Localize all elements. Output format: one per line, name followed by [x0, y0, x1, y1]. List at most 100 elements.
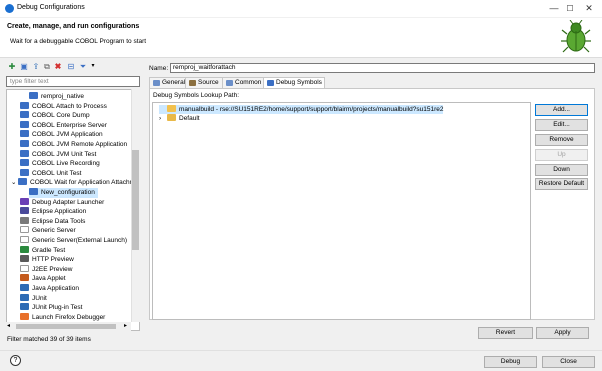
scroll-left-icon[interactable]: ◂: [7, 322, 10, 329]
delete-icon[interactable]: ✖: [53, 62, 63, 71]
edit-button[interactable]: Edit...: [535, 119, 588, 131]
expand-chevron-icon[interactable]: ⌄: [11, 178, 17, 188]
tab-debug-symbols[interactable]: Debug Symbols: [263, 77, 325, 88]
config-type-icon: [20, 140, 29, 147]
tree-item-label: COBOL Attach to Process: [32, 102, 107, 110]
config-type-icon: [20, 101, 29, 109]
tree-item[interactable]: Generic Server: [20, 226, 76, 236]
header-subtitle: Wait for a debuggable COBOL Program to s…: [10, 38, 147, 45]
tree-item[interactable]: HTTP Preview: [20, 255, 74, 265]
debug-bug-icon: [561, 20, 591, 53]
config-type-icon: [20, 130, 29, 138]
help-icon[interactable]: ?: [10, 355, 21, 366]
tree-item[interactable]: COBOL Core Dump: [20, 111, 90, 121]
tree-item[interactable]: COBOL Enterprise Server: [20, 120, 107, 131]
dialog-header: Create, manage, and run configurations W…: [0, 18, 602, 58]
config-type-icon: [29, 92, 38, 99]
tree-item[interactable]: Eclipse Application: [20, 207, 86, 217]
close-button[interactable]: Close: [542, 356, 595, 368]
tree-item[interactable]: JUnit: [20, 293, 47, 304]
tree-item[interactable]: Gradle Test: [20, 245, 65, 256]
tree-item[interactable]: COBOL Live Recording: [20, 159, 100, 169]
tree-item[interactable]: Eclipse Data Tools: [20, 216, 86, 227]
tree-horizontal-scroll-thumb[interactable]: [16, 324, 116, 329]
tree-item[interactable]: ⌄ COBOL Wait for Application Attachme: [11, 178, 139, 188]
config-type-icon: [20, 293, 29, 301]
filter-icon[interactable]: ⏷: [78, 62, 88, 71]
tree-item[interactable]: Launch Firefox Debugger: [20, 312, 105, 323]
export-icon[interactable]: ⇪: [31, 62, 41, 71]
config-type-icon: [20, 312, 29, 320]
minimize-button[interactable]: —: [548, 3, 560, 14]
revert-button[interactable]: Revert: [478, 327, 533, 339]
tree-item-label: Generic Server: [32, 227, 76, 235]
tree-item[interactable]: Generic Server(External Launch): [20, 236, 127, 246]
tree-item[interactable]: Java Application: [20, 284, 79, 294]
config-tree[interactable]: remproj_native COBOL Attach to Process COB…: [6, 89, 140, 331]
scroll-right-icon[interactable]: ▸: [124, 322, 127, 329]
window-title: Debug Configurations: [17, 4, 85, 11]
config-type-icon: [20, 159, 29, 167]
tree-item-label: J2EE Preview: [32, 265, 73, 273]
tab-label: Debug Symbols: [276, 79, 322, 86]
tree-item[interactable]: remproj_native: [29, 92, 84, 102]
lookup-path-label-text: Default: [179, 115, 200, 122]
lookup-path-item[interactable]: manualbuild - rse://SU151RE2/home/suppor…: [159, 105, 444, 114]
tree-item[interactable]: J2EE Preview: [20, 264, 73, 275]
lookup-path-list[interactable]: manualbuild - rse://SU151RE2/home/suppor…: [152, 102, 531, 320]
tree-item-label: COBOL Wait for Application Attachme: [30, 179, 139, 187]
tab-label: Source: [198, 79, 219, 86]
folder-icon: [167, 114, 176, 121]
tab-common[interactable]: Common: [222, 77, 264, 88]
tab-icon: [226, 80, 233, 86]
tree-item[interactable]: COBOL JVM Unit Test: [20, 149, 97, 160]
tree-item-label: COBOL Unit Test: [32, 169, 82, 177]
new-prototype-icon[interactable]: ▣: [19, 62, 29, 71]
tab-label: Common: [235, 79, 262, 86]
config-type-icon: [20, 303, 29, 311]
collapse-all-icon[interactable]: ⊟: [66, 62, 76, 71]
tree-item[interactable]: COBOL JVM Remote Application: [20, 140, 127, 150]
tree-item-label: Java Applet: [32, 275, 66, 283]
filter-input[interactable]: type filter text: [6, 76, 140, 87]
tree-item[interactable]: COBOL Attach to Process: [20, 101, 107, 112]
tree-item[interactable]: JUnit Plug-in Test: [20, 303, 82, 313]
tab-source[interactable]: Source: [185, 77, 223, 88]
name-label: Name:: [149, 65, 169, 72]
tree-item[interactable]: New_configuration: [29, 188, 98, 198]
config-type-icon: [20, 284, 29, 291]
apply-button[interactable]: Apply: [536, 327, 589, 339]
duplicate-icon[interactable]: ⧉: [42, 62, 52, 71]
lookup-path-item[interactable]: › Default: [159, 114, 200, 123]
tree-item[interactable]: Debug Adapter Launcher: [20, 197, 105, 208]
tree-item-label: COBOL JVM Remote Application: [32, 141, 128, 148]
tree-item[interactable]: COBOL JVM Application: [20, 130, 103, 140]
tree-item[interactable]: Java Applet: [20, 274, 66, 284]
tab-general[interactable]: General: [149, 77, 186, 88]
tree-item[interactable]: COBOL Unit Test: [20, 168, 82, 179]
config-type-icon: [20, 197, 29, 205]
close-window-button[interactable]: ✕: [583, 3, 595, 14]
view-menu-icon[interactable]: ▾: [88, 62, 98, 71]
config-type-icon: [20, 264, 29, 272]
tree-item-label: COBOL JVM Unit Test: [32, 150, 97, 158]
new-config-icon[interactable]: ✚: [7, 62, 17, 71]
config-type-icon: [20, 245, 29, 253]
lookup-path-label: Debug Symbols Lookup Path:: [153, 92, 239, 99]
tree-item-label: JUnit Plug-in Test: [32, 304, 83, 312]
restore-default-button[interactable]: Restore Default: [535, 178, 588, 190]
debug-button[interactable]: Debug: [484, 356, 537, 368]
expand-chevron-icon[interactable]: ›: [159, 114, 167, 123]
tree-item-label: Eclipse Data Tools: [32, 217, 86, 225]
tree-item-label: Debug Adapter Launcher: [32, 198, 105, 206]
up-button[interactable]: Up: [535, 149, 588, 161]
add-button[interactable]: Add...: [535, 104, 588, 116]
down-button[interactable]: Down: [535, 164, 588, 176]
tree-item-label: COBOL Core Dump: [32, 112, 90, 120]
name-field[interactable]: remproj_waitforattach: [170, 63, 595, 73]
remove-button[interactable]: Remove: [535, 134, 588, 146]
tree-vertical-scroll-thumb[interactable]: [132, 150, 139, 250]
config-type-icon: [20, 207, 29, 215]
tree-item-label: JUnit: [32, 294, 47, 302]
maximize-button[interactable]: ☐: [564, 3, 576, 14]
